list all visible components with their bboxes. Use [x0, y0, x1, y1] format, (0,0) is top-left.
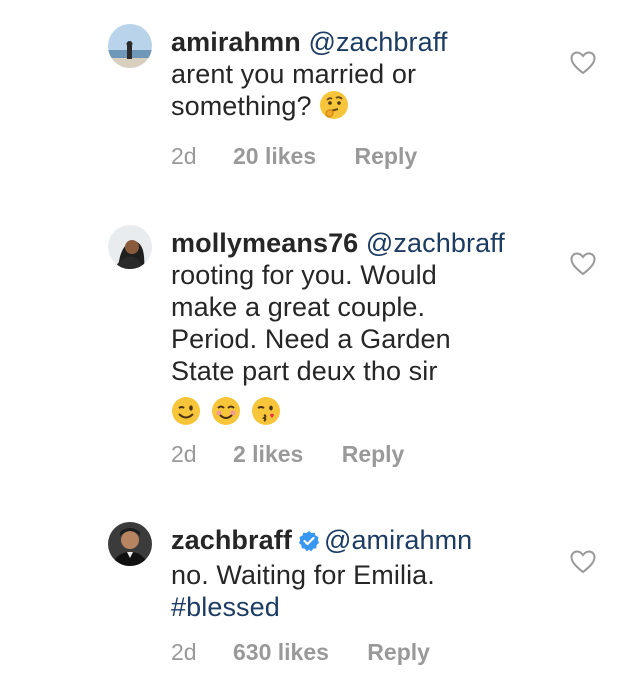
comment-text-line: something? [171, 91, 320, 121]
comment-meta: 2d 20 likes Reply [171, 143, 417, 170]
verified-badge-icon [298, 527, 320, 559]
reply-button[interactable]: Reply [342, 441, 405, 468]
comment-text-line: no. Waiting for Emilia. [171, 560, 435, 590]
comment-hashtag[interactable]: #blessed [171, 592, 280, 622]
kissing-face-icon [251, 396, 281, 426]
comment-text-line: make a great couple. [171, 292, 426, 322]
comment-body: mollymeans76 @zachbraff rooting for you.… [171, 227, 551, 427]
emoji-row [171, 393, 551, 427]
thinking-face-icon [319, 90, 349, 120]
reply-button[interactable]: Reply [367, 639, 430, 666]
comment-mention[interactable]: @zachbraff [308, 27, 447, 57]
comment-username[interactable]: mollymeans76 [171, 228, 358, 258]
comment-age: 2d [171, 639, 197, 665]
reply-button[interactable]: Reply [355, 143, 418, 170]
avatar[interactable] [108, 24, 152, 68]
comment-mention[interactable]: @zachbraff [366, 228, 505, 258]
heart-icon[interactable] [570, 51, 596, 75]
comment-text-line: Period. Need a Garden [171, 324, 451, 354]
comment-likes[interactable]: 2 likes [233, 441, 303, 468]
comment-text-line: rooting for you. Would [171, 260, 437, 290]
avatar[interactable] [108, 225, 152, 269]
comment-body: amirahmn @zachbraff arent you married or… [171, 26, 551, 122]
comment-meta: 2d 630 likes Reply [171, 639, 430, 666]
comment-likes[interactable]: 20 likes [233, 143, 316, 170]
comment-username[interactable]: zachbraff [171, 525, 292, 555]
avatar[interactable] [108, 522, 152, 566]
smiling-face-icon [211, 396, 241, 426]
comment-body: zachbraff @amirahmn no. Waiting for Emil… [171, 524, 551, 623]
heart-icon[interactable] [570, 252, 596, 276]
comment-text-line: State part deux tho sir [171, 356, 438, 386]
comment-mention[interactable]: @amirahmn [324, 525, 472, 555]
heart-icon[interactable] [570, 550, 596, 574]
winking-face-icon [171, 396, 201, 426]
comment-likes[interactable]: 630 likes [233, 639, 329, 666]
comment-text-line: arent you married or [171, 59, 417, 89]
comment-username[interactable]: amirahmn [171, 27, 301, 57]
comment-meta: 2d 2 likes Reply [171, 441, 404, 468]
comment-age: 2d [171, 143, 197, 169]
comment-age: 2d [171, 441, 197, 467]
